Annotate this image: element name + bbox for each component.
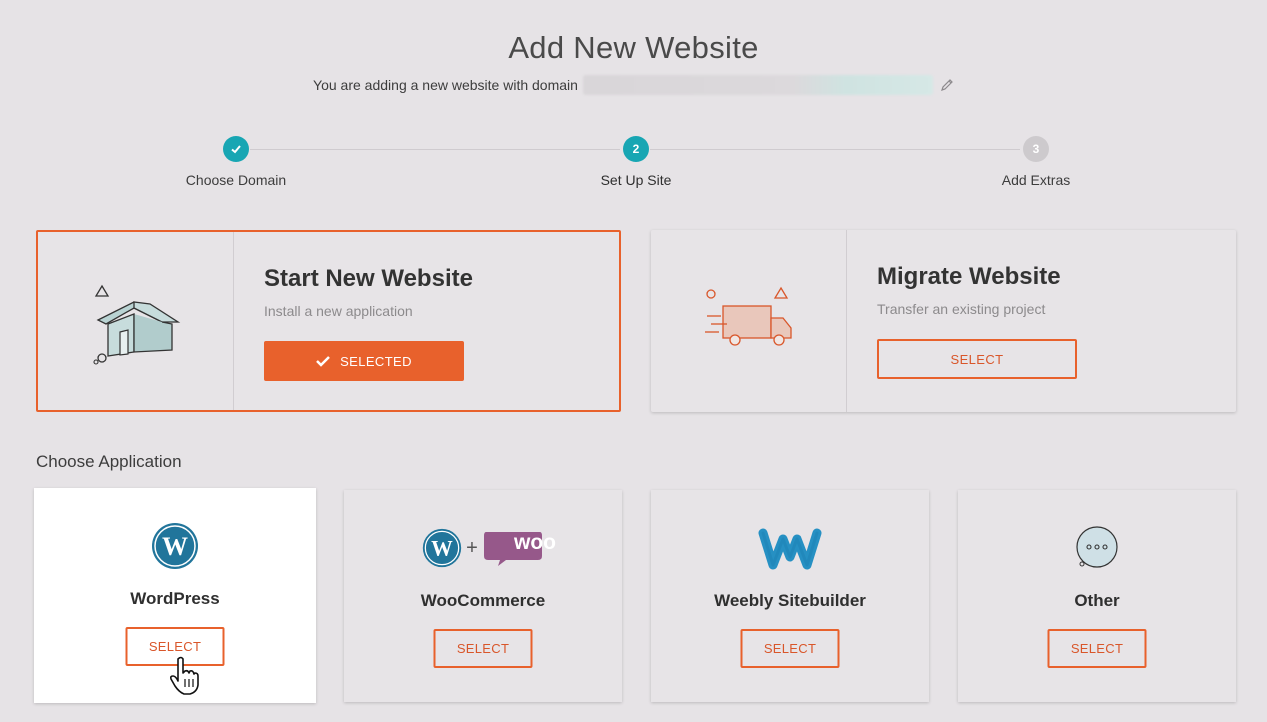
button-label: SELECTED — [340, 353, 412, 369]
svg-text:W: W — [162, 532, 188, 561]
plus-sign: + — [466, 536, 478, 559]
card-title: Migrate Website — [877, 263, 1061, 290]
card-title: Start New Website — [264, 265, 473, 292]
pencil-icon[interactable] — [940, 78, 954, 92]
subtitle-text: You are adding a new website with domain — [313, 77, 578, 93]
checkmark-icon — [316, 356, 330, 367]
step-label: Choose Domain — [185, 172, 287, 188]
woocommerce-icon: W + woo — [344, 522, 622, 574]
wordpress-icon: W — [34, 520, 316, 572]
app-card-woocommerce[interactable]: W + woo WooCommerce SELECT — [344, 490, 622, 702]
step-set-up-site: 2 Set Up Site — [566, 136, 706, 188]
step-add-extras: 3 Add Extras — [966, 136, 1106, 188]
app-name: Other — [1074, 591, 1120, 610]
other-dots-icon — [958, 522, 1236, 574]
checkmark-icon — [223, 136, 249, 162]
section-heading: Choose Application — [36, 452, 182, 471]
step-number: 3 — [1023, 136, 1049, 162]
illustration-panel — [38, 232, 234, 410]
selected-button[interactable]: SELECTED — [264, 341, 464, 381]
hand-cursor-icon — [169, 656, 199, 695]
progress-stepper: Choose Domain 2 Set Up Site 3 Add Extras — [0, 136, 1267, 188]
start-new-website-card[interactable]: Start New Website Install a new applicat… — [36, 230, 621, 412]
card-description: Install a new application — [264, 303, 413, 319]
select-button[interactable]: SELECT — [877, 339, 1077, 379]
app-card-weebly[interactable]: Weebly Sitebuilder SELECT — [651, 490, 929, 702]
domain-value-redacted — [582, 75, 933, 95]
select-button[interactable]: SELECT — [740, 629, 840, 668]
svg-text:W: W — [431, 537, 453, 561]
step-label: Set Up Site — [600, 172, 672, 188]
select-button[interactable]: SELECT — [433, 629, 533, 668]
domain-subtitle: You are adding a new website with domain — [0, 75, 1267, 95]
card-description: Transfer an existing project — [877, 301, 1046, 317]
migrate-website-card[interactable]: Migrate Website Transfer an existing pro… — [651, 230, 1236, 412]
truck-icon — [705, 286, 792, 346]
step-choose-domain[interactable]: Choose Domain — [166, 136, 306, 188]
select-button[interactable]: SELECT — [1047, 629, 1147, 668]
page-title: Add New Website — [508, 30, 759, 65]
app-name: Weebly Sitebuilder — [714, 591, 866, 610]
illustration-panel — [651, 230, 847, 412]
app-name: WooCommerce — [420, 591, 546, 610]
step-number: 2 — [623, 136, 649, 162]
app-card-other[interactable]: Other SELECT — [958, 490, 1236, 702]
app-name: WordPress — [130, 589, 220, 608]
weebly-icon — [651, 522, 929, 574]
house-icon — [93, 284, 181, 365]
woo-logo-text: woo — [514, 531, 556, 554]
step-label: Add Extras — [1001, 172, 1071, 188]
